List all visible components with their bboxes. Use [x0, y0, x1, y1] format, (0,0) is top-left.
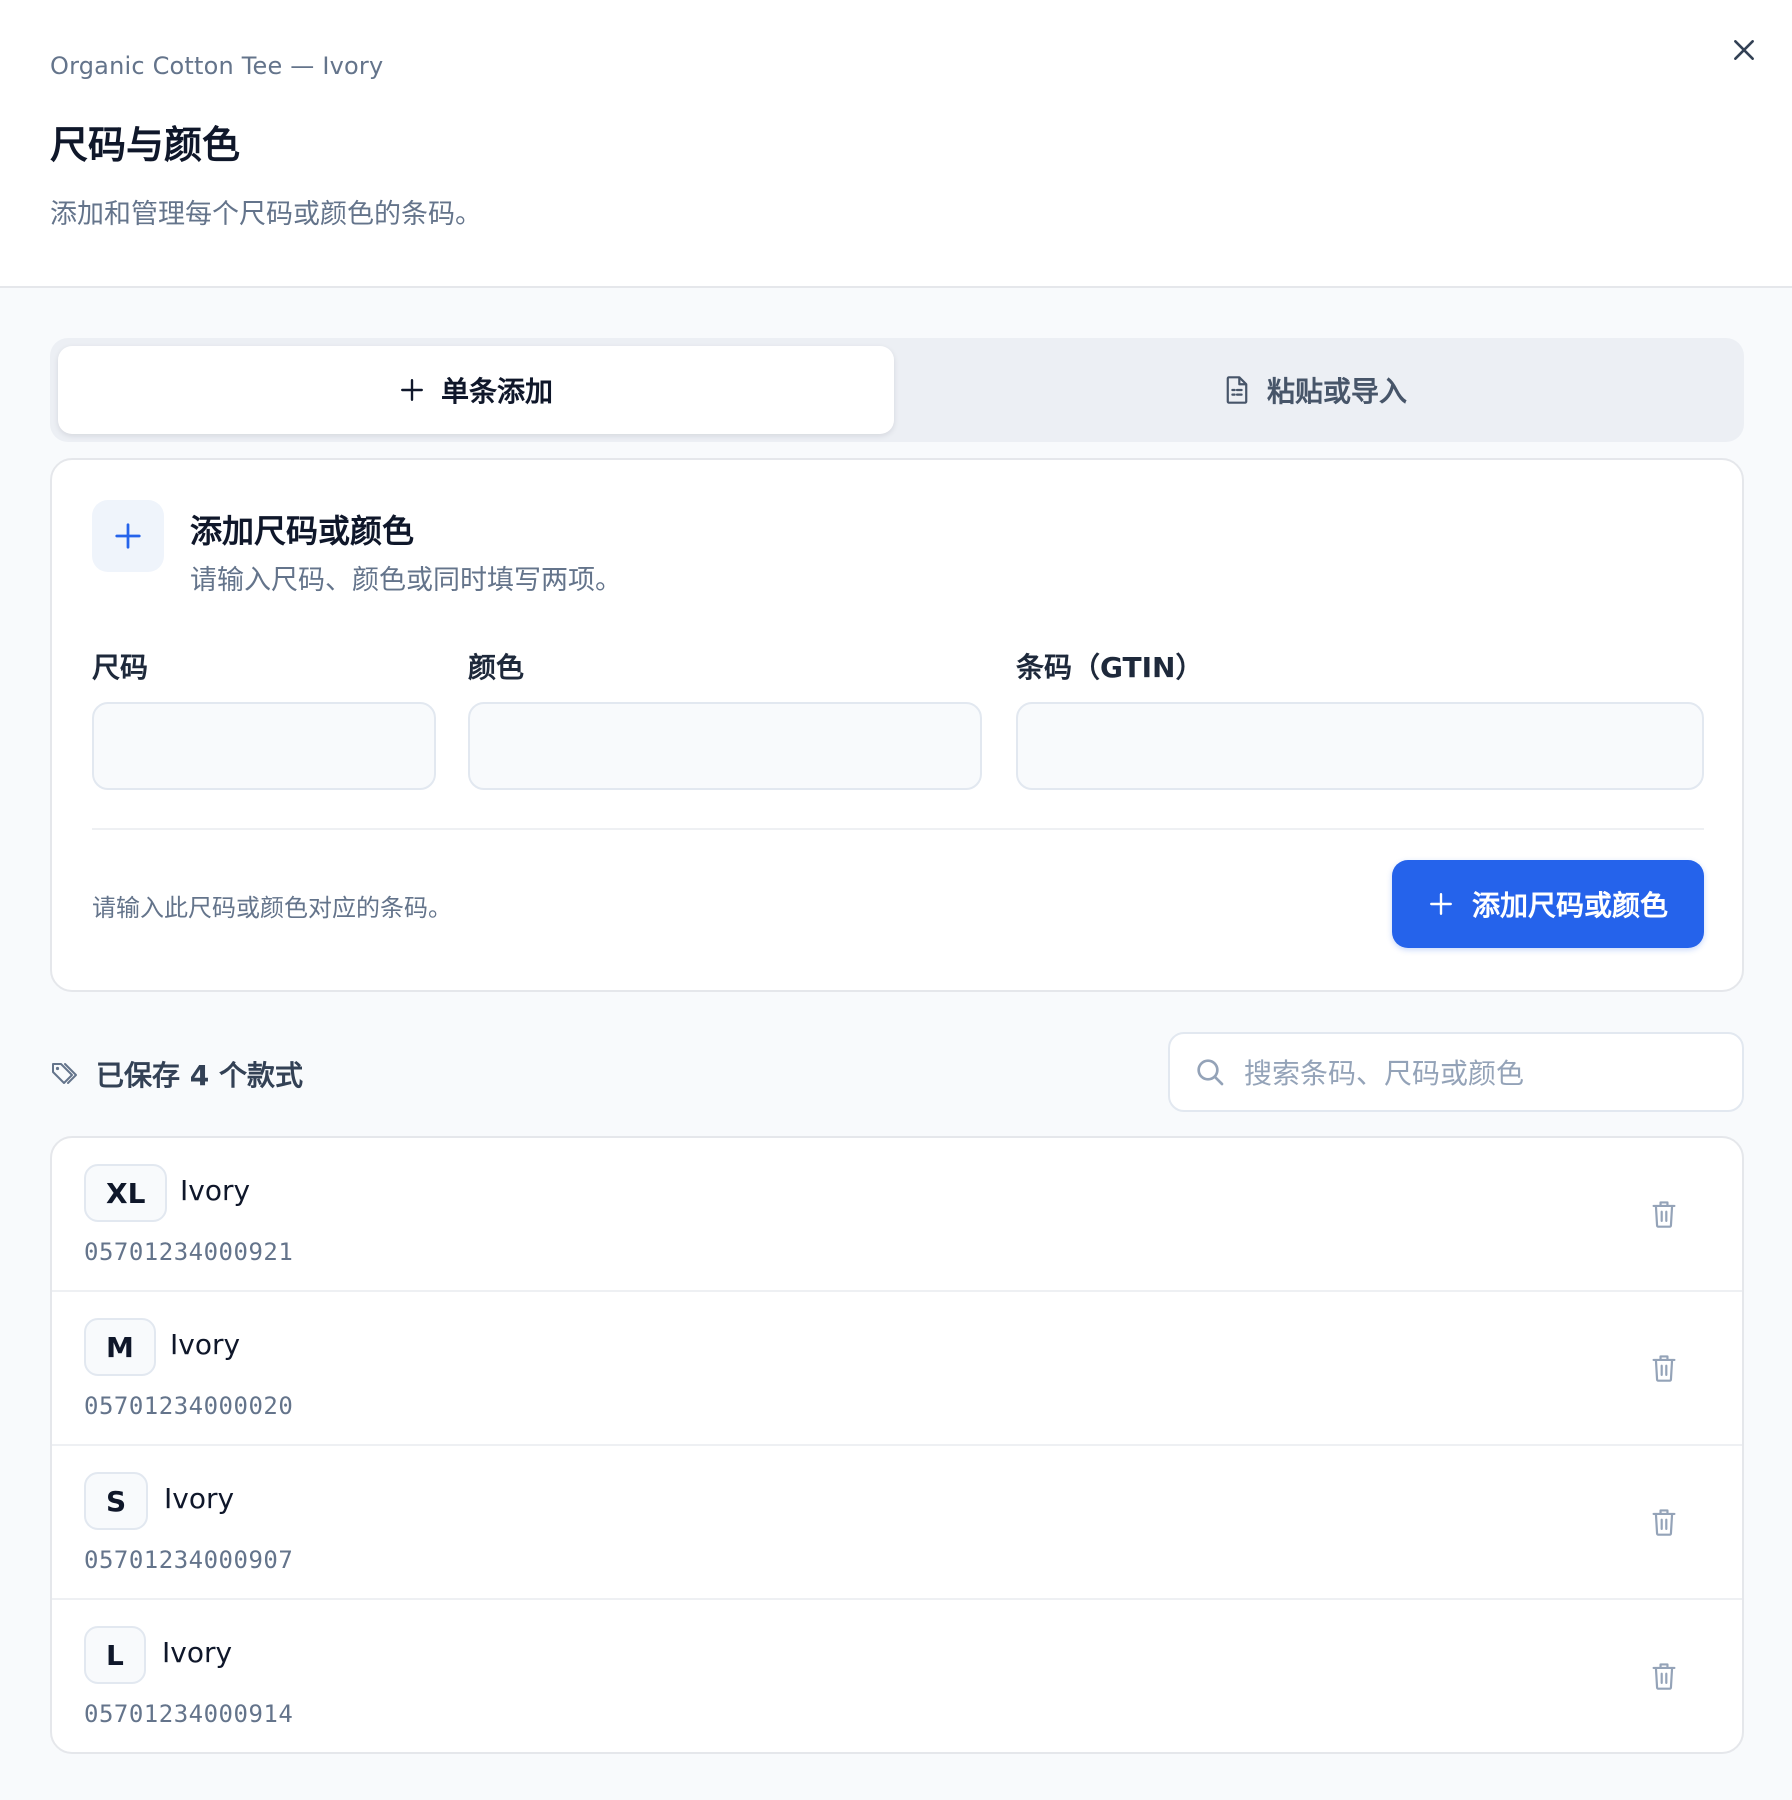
search-input[interactable]: [1242, 1034, 1726, 1112]
variant-color: Ivory: [180, 1174, 251, 1207]
tab-single-add[interactable]: 单条添加: [58, 346, 894, 434]
add-variant-button[interactable]: 添加尺码或颜色: [1392, 860, 1704, 948]
size-badge: L: [84, 1626, 146, 1684]
page-description: 添加和管理每个尺码或颜色的条码。: [50, 199, 482, 230]
color-label: 颜色: [468, 651, 525, 684]
saved-count: 已保存 4 个款式: [96, 1059, 303, 1092]
close-icon: [1734, 40, 1754, 60]
mode-tabs: 单条添加 粘贴或导入: [50, 338, 1744, 442]
variant-row: XL Ivory 05701234000921: [52, 1138, 1742, 1292]
delete-variant-button[interactable]: [1644, 1348, 1684, 1388]
trash-icon: [1652, 1663, 1676, 1690]
size-badge: S: [84, 1472, 149, 1530]
variant-color: Ivory: [164, 1482, 235, 1515]
variant-search: [1168, 1032, 1744, 1112]
close-button[interactable]: [1722, 28, 1766, 72]
trash-icon: [1652, 1201, 1676, 1228]
trash-icon: [1652, 1355, 1676, 1382]
add-variant-badge: [92, 500, 164, 572]
gtin-input[interactable]: [1016, 702, 1704, 790]
add-variant-button-label: 添加尺码或颜色: [1471, 889, 1668, 922]
size-input[interactable]: [92, 702, 436, 790]
variant-gtin: 05701234000907: [84, 1546, 294, 1574]
plus-icon: [1430, 893, 1452, 915]
size-label: 尺码: [92, 651, 149, 684]
panel-header: Organic Cotton Tee — Ivory 尺码与颜色 添加和管理每个…: [0, 0, 1792, 288]
delete-variant-button[interactable]: [1644, 1656, 1684, 1696]
product-name: Organic Cotton Tee — Ivory: [50, 52, 384, 80]
search-icon: [1197, 1059, 1224, 1086]
variant-color: Ivory: [162, 1636, 233, 1669]
tab-paste-import-label: 粘贴或导入: [1266, 375, 1407, 408]
plus-icon: [115, 523, 141, 549]
variant-row: S Ivory 05701234000907: [52, 1446, 1742, 1600]
add-variant-subtitle: 请输入尺码、颜色或同时填写两项。: [190, 565, 622, 596]
variant-row: M Ivory 05701234000020: [52, 1292, 1742, 1446]
size-badge: M: [84, 1318, 156, 1376]
saved-variants-heading: 已保存 4 个款式: [50, 1054, 303, 1094]
tab-paste-import[interactable]: 粘贴或导入: [894, 346, 1736, 434]
page-title: 尺码与颜色: [50, 123, 241, 167]
color-input[interactable]: [468, 702, 982, 790]
size-badge: XL: [84, 1164, 168, 1222]
gtin-hint: 请输入此尺码或颜色对应的条码。: [92, 894, 452, 922]
variants-panel: Organic Cotton Tee — Ivory 尺码与颜色 添加和管理每个…: [0, 0, 1792, 1800]
saved-variants-list: XL Ivory 05701234000921 M Ivory 05701234…: [50, 1136, 1744, 1754]
plus-icon: [401, 379, 423, 401]
add-variant-title: 添加尺码或颜色: [190, 512, 415, 550]
variant-row: L Ivory 05701234000914: [52, 1600, 1742, 1752]
tags-icon: [52, 1063, 77, 1084]
variant-gtin: 05701234000020: [84, 1392, 294, 1420]
delete-variant-button[interactable]: [1644, 1502, 1684, 1542]
variant-gtin: 05701234000921: [84, 1238, 294, 1266]
gtin-label: 条码（GTIN）: [1016, 651, 1204, 684]
variant-gtin: 05701234000914: [84, 1700, 294, 1728]
add-variant-card: 添加尺码或颜色 请输入尺码、颜色或同时填写两项。 尺码 颜色 条码（GTIN） …: [50, 458, 1744, 992]
delete-variant-button[interactable]: [1644, 1194, 1684, 1234]
tab-single-add-label: 单条添加: [440, 375, 553, 408]
card-divider: [92, 828, 1704, 830]
variant-color: Ivory: [170, 1328, 241, 1361]
document-icon: [1226, 376, 1248, 404]
trash-icon: [1652, 1509, 1676, 1536]
